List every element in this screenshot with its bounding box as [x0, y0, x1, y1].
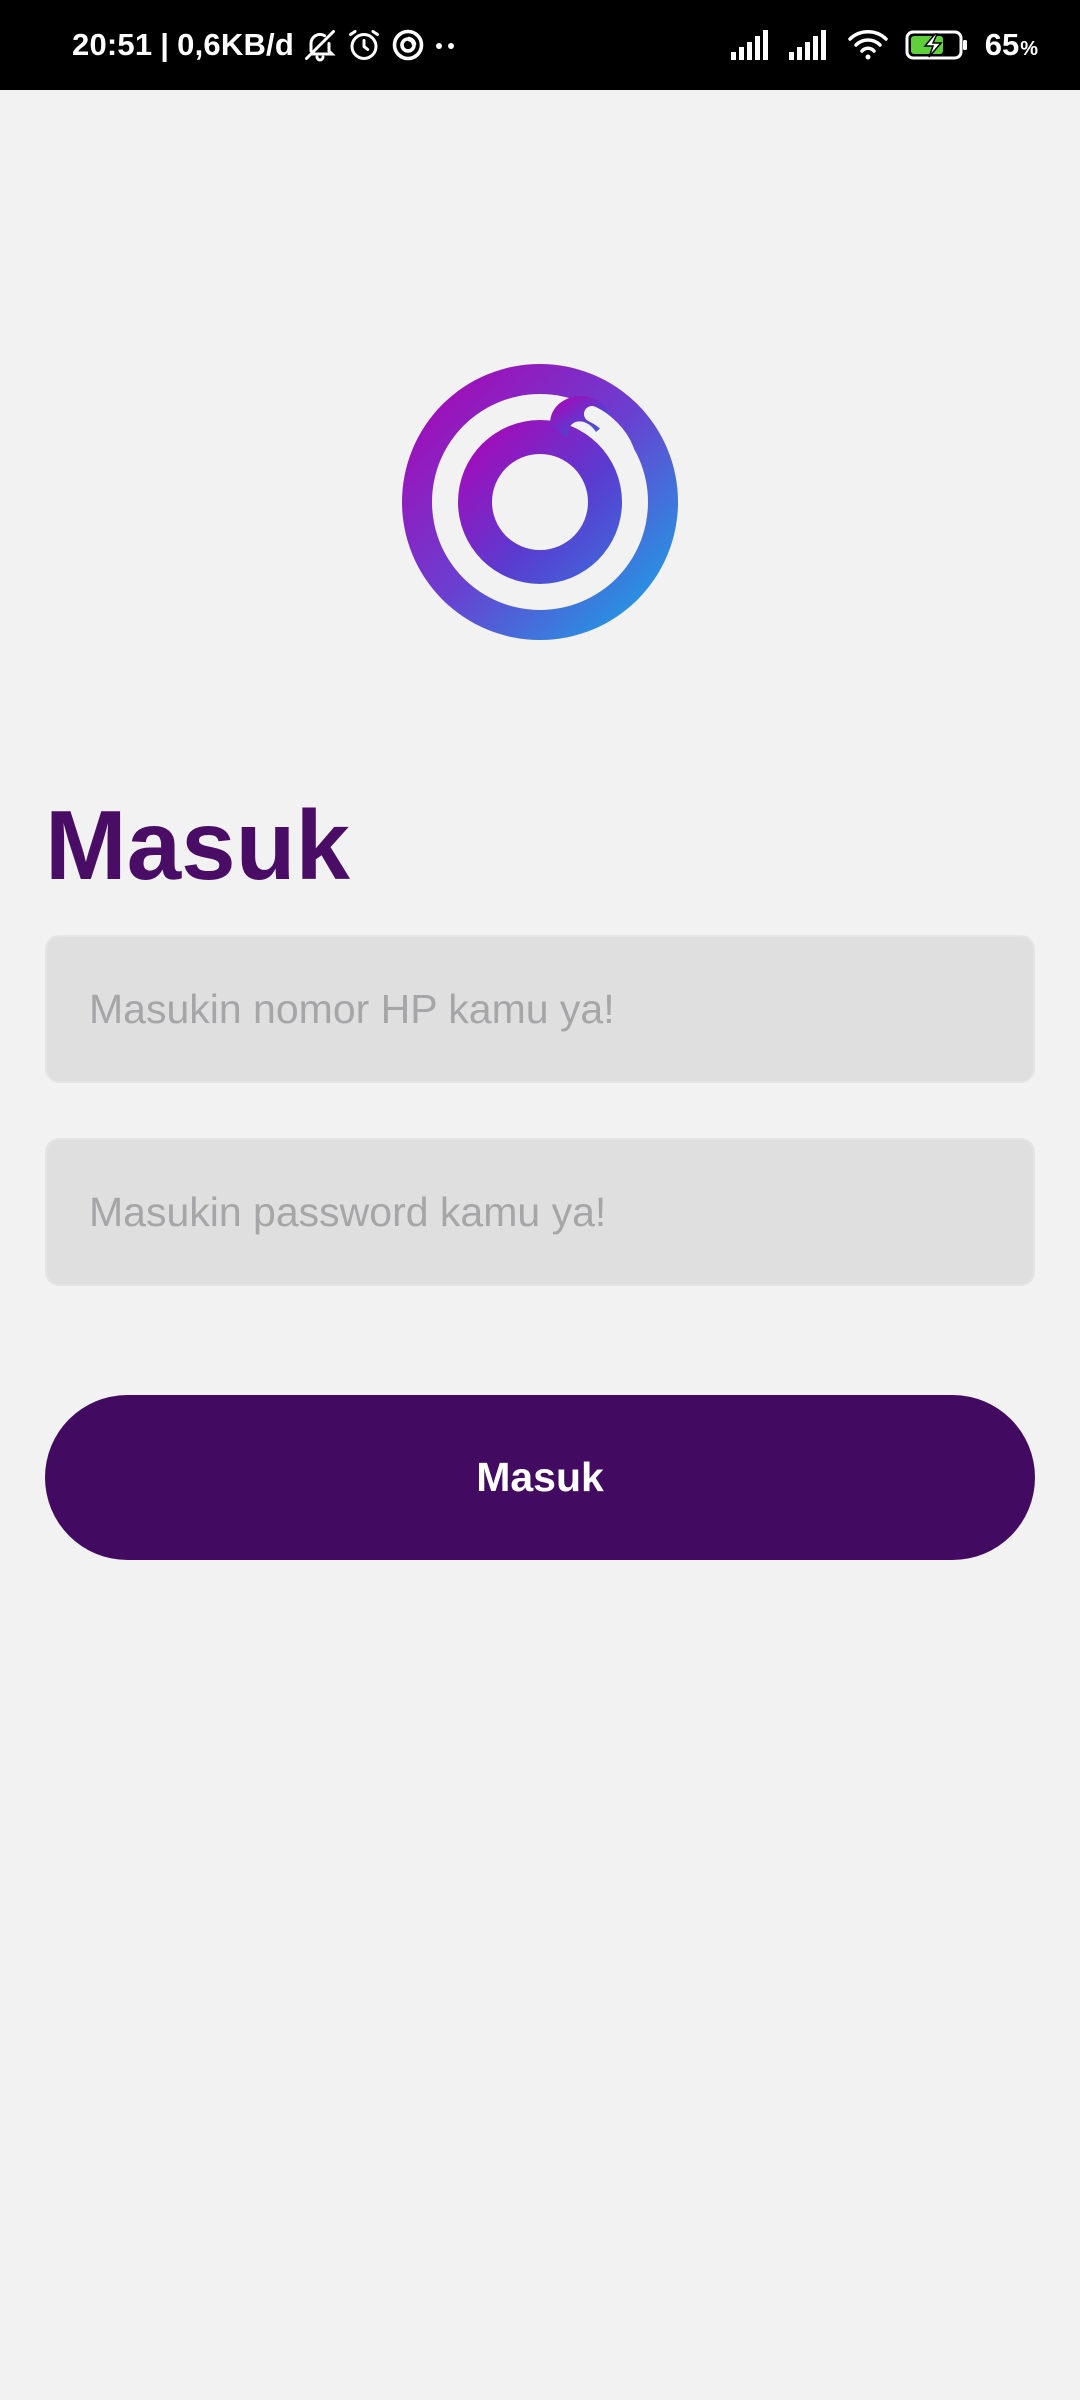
signal-icon	[788, 30, 831, 60]
login-button[interactable]: Masuk	[45, 1395, 1035, 1560]
status-left: 20:51 | 0,6KB/d	[72, 0, 456, 90]
wifi-icon	[847, 29, 889, 61]
alarm-icon	[346, 27, 382, 63]
battery-charging-icon	[905, 29, 969, 61]
page-title: Masuk	[45, 790, 351, 900]
status-bar: 20:51 | 0,6KB/d 65 %	[0, 0, 1080, 90]
ring-icon	[390, 27, 426, 63]
more-dots-icon	[434, 27, 456, 63]
app-logo	[400, 362, 680, 642]
battery-level: 65	[984, 27, 1020, 62]
signal-icon	[730, 30, 773, 60]
status-time: 20:51	[72, 27, 153, 62]
battery-unit: %	[1020, 38, 1038, 60]
password-input[interactable]	[45, 1138, 1035, 1286]
battery-percentage: 65 %	[985, 27, 1038, 63]
network-speed: 0,6KB/d	[177, 27, 294, 62]
phone-number-input[interactable]	[45, 935, 1035, 1083]
status-separator: |	[160, 27, 170, 62]
status-right: 65 %	[730, 0, 1038, 90]
bell-off-icon	[302, 27, 338, 63]
